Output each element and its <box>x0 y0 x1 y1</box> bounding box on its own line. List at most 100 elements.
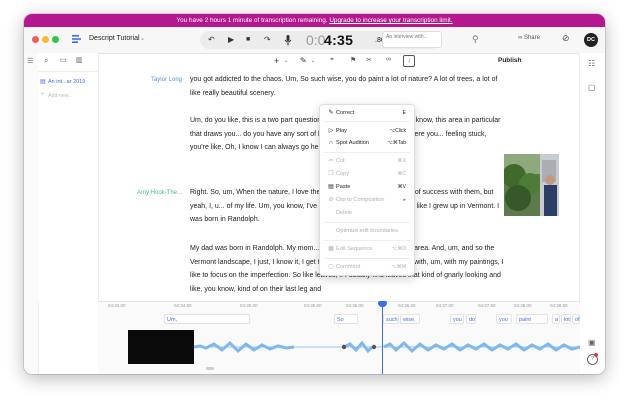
menu-item-spot-audition[interactable]: ∩ Spot Audition ⌥⌘Tab <box>326 138 410 149</box>
stop-icon[interactable]: ■ <box>246 35 250 45</box>
menu-item-play[interactable]: ▷ Play ⌥Click <box>326 126 410 137</box>
video-clip-thumbnail[interactable] <box>128 330 194 364</box>
sidebar-item-composition[interactable]: ▤ An int...ar 2019 <box>38 77 98 88</box>
zoom-window-button[interactable] <box>52 36 59 43</box>
menu-item-paste[interactable]: ▤ Paste ⌘V <box>326 182 410 193</box>
pencil-icon: ✎ <box>328 110 334 116</box>
lightbulb-icon[interactable]: ⚲ <box>472 34 479 45</box>
timeline-word[interactable]: lot <box>561 314 571 324</box>
right-rail: ☷ ▢ ▣ ? <box>579 53 605 374</box>
cursor-icon[interactable]: ⌖ <box>330 56 334 64</box>
sidebar-item-label: An int...ar 2019 <box>48 79 86 85</box>
properties-icon[interactable]: ☷ <box>588 59 595 68</box>
flag-icon[interactable]: ⚑ <box>350 56 356 64</box>
app-window: You have 2 hours 1 minute of transcripti… <box>24 14 605 374</box>
close-window-button[interactable] <box>32 36 39 43</box>
pen-icon[interactable]: ✎ <box>300 56 307 65</box>
timeline[interactable]: 04:34.00 04:34.50 04:35.00 04:35.50 04:3… <box>98 301 580 374</box>
banner-text: You have 2 hours 1 minute of transcripti… <box>176 17 328 24</box>
timeline-word[interactable]: such <box>383 314 399 324</box>
timecode-label: 04:38.00 <box>514 303 532 308</box>
scissors-icon[interactable]: ✂ <box>366 56 372 64</box>
publish-button[interactable]: Publish <box>498 57 521 64</box>
timecode-label: 04:34.50 <box>174 303 192 308</box>
menu-divider <box>324 240 410 241</box>
menu-item-clip-to-composition[interactable]: ⊘ Clip to Composition ▸ <box>326 195 410 206</box>
chevron-down-icon[interactable]: ⌄ <box>140 35 145 42</box>
timecode-label: 04:36.00 <box>346 303 364 308</box>
timecode-label: 04:34.00 <box>108 303 126 308</box>
editor-toolbar: + ⌄ ✎ ⌄ ⌖ ⚑ ✂ ∞ ↓ Publish <box>98 53 580 71</box>
comment-icon[interactable]: ▢ <box>588 83 596 92</box>
menu-item-delete[interactable]: Delete <box>326 208 410 219</box>
redo-icon[interactable]: ↷ <box>264 35 271 45</box>
captions-icon[interactable]: ▣ <box>588 338 596 347</box>
transcript-editor[interactable]: Taylor Long you got addicted to the chao… <box>98 71 506 303</box>
sidebar-item-add-new[interactable]: + Add new... <box>38 91 98 101</box>
context-menu: ✎ Correct E ▷ Play ⌥Click ∩ Spot Audition ⌥⌘Ta… <box>319 104 415 276</box>
check-circle-icon[interactable]: ⊘ <box>562 33 570 44</box>
timeline-word[interactable]: wise, <box>400 314 420 324</box>
composition-selector[interactable]: An interview with... <box>382 31 442 48</box>
transcript-paragraph[interactable]: you got addicted to the chaos. Um, So su… <box>190 73 506 100</box>
timeline-word[interactable]: So <box>334 314 358 324</box>
descript-logo-icon <box>72 35 81 43</box>
menu-divider <box>324 258 410 259</box>
timeline-word[interactable]: a <box>552 314 560 324</box>
menu-item-comment[interactable]: ▢ Comment ⌥⌘M <box>326 262 410 273</box>
download-icon[interactable]: ↓ <box>403 55 415 67</box>
timeline-word[interactable]: you <box>496 314 512 324</box>
audio-waveform[interactable] <box>194 332 580 362</box>
link-icon[interactable]: ∞ <box>386 56 391 63</box>
plus-icon: + <box>41 92 45 98</box>
timecode-display: 4:35 <box>324 32 354 48</box>
composition-selector-label: An interview with... <box>386 34 428 40</box>
timecode-label: 04:35.00 <box>240 303 258 308</box>
search-icon[interactable]: ⌕ <box>44 56 48 66</box>
speaker-label[interactable]: Amy Hook-The... <box>98 190 182 196</box>
menu-item-copy[interactable]: ❐ Copy ⌘C <box>326 169 410 180</box>
play-icon[interactable]: ▶ <box>228 35 234 45</box>
copy-icon: ❐ <box>328 171 334 177</box>
transcription-banner: You have 2 hours 1 minute of transcripti… <box>24 14 605 27</box>
chevron-down-icon[interactable]: ⌄ <box>284 58 288 64</box>
timeline-word[interactable]: paint <box>516 314 548 324</box>
upgrade-link[interactable]: Upgrade to increase your transcription l… <box>329 17 452 24</box>
video-preview[interactable] <box>504 154 559 216</box>
timeline-word[interactable]: of <box>572 314 580 324</box>
sequence-icon: ▦ <box>328 246 334 252</box>
notification-dot <box>594 353 598 357</box>
clip-icon: ⊘ <box>328 197 334 203</box>
timecode-label: 04:36.50 <box>398 303 416 308</box>
timeline-word[interactable]: do <box>466 314 476 324</box>
chevron-down-icon[interactable]: ⌄ <box>311 58 315 64</box>
sidebar-toggle-icon[interactable]: ▥ <box>76 56 83 64</box>
menu-item-edit-sequence[interactable]: ▦ Edit Sequence ⌥⌘D <box>326 244 410 255</box>
document-title[interactable]: Descript Tutorial <box>89 35 140 42</box>
undo-icon[interactable]: ↶ <box>208 35 215 45</box>
sidebar-toolbar: ⌕ ▭ ▥ <box>38 53 98 72</box>
menu-item-cut[interactable]: ✂ Cut ⌘X <box>326 156 410 167</box>
avatar[interactable]: DC <box>584 33 598 47</box>
timeline-word[interactable]: Um, <box>164 314 250 324</box>
add-icon[interactable]: + <box>274 56 279 66</box>
minimize-window-button[interactable] <box>42 36 49 43</box>
microphone-icon[interactable] <box>284 35 292 46</box>
left-rail: ☰ <box>24 53 39 374</box>
folder-icon[interactable]: ▭ <box>60 56 67 64</box>
playhead[interactable] <box>382 302 383 374</box>
menu-icon[interactable]: ☰ <box>27 57 33 65</box>
timeline-scrollbar[interactable] <box>206 367 214 370</box>
menu-divider <box>324 152 410 153</box>
scissors-icon: ✂ <box>328 158 334 164</box>
clipboard-icon: ▤ <box>328 184 334 190</box>
timeline-word[interactable]: you <box>450 314 464 324</box>
time-prefix: 0:0 <box>306 32 326 48</box>
share-label: Share <box>523 35 540 41</box>
headphones-icon: ∩ <box>328 140 334 146</box>
speaker-label[interactable]: Taylor Long <box>98 77 182 83</box>
document-icon: ▤ <box>40 79 46 85</box>
share-button[interactable]: ∞ Share <box>518 35 540 41</box>
menu-item-optimize[interactable]: Optimize edit boundaries <box>326 226 410 237</box>
menu-item-correct[interactable]: ✎ Correct E <box>326 108 410 119</box>
